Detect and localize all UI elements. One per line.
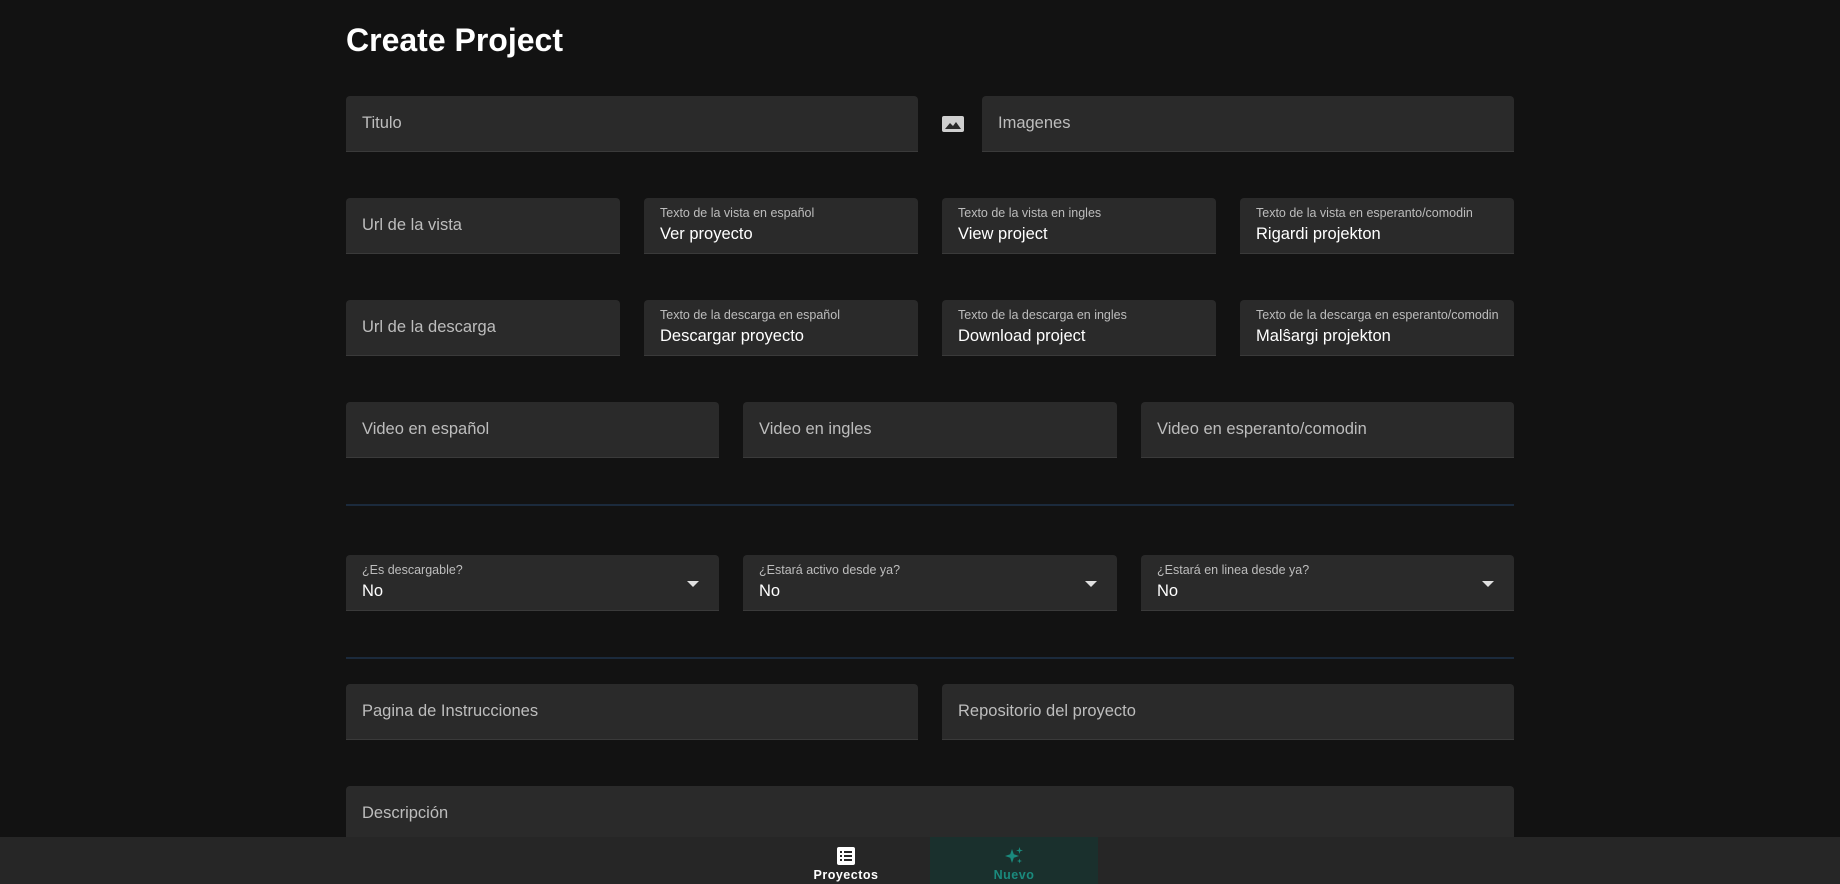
descargable-label: ¿Es descargable? [362, 563, 463, 577]
en-linea-select[interactable]: ¿Estará en linea desde ya? No [1141, 555, 1514, 611]
texto-descarga-eo-field[interactable]: Texto de la descarga en esperanto/comodi… [1240, 300, 1514, 356]
descripcion-placeholder: Descripción [362, 804, 449, 822]
texto-descarga-en-label: Texto de la descarga en ingles [958, 308, 1127, 322]
section-divider [346, 504, 1514, 506]
nav-proyectos-label: Proyectos [813, 868, 879, 882]
instrucciones-placeholder: Pagina de Instrucciones [362, 702, 539, 720]
page-title: Create Project [346, 22, 563, 58]
image-icon[interactable] [942, 116, 964, 132]
video-es-field[interactable]: Video en español [346, 402, 719, 458]
texto-vista-eo-field[interactable]: Texto de la vista en esperanto/comodin R… [1240, 198, 1514, 254]
texto-vista-es-value: Ver proyecto [660, 225, 753, 243]
texto-descarga-es-value: Descargar proyecto [660, 327, 804, 345]
repositorio-field[interactable]: Repositorio del proyecto [942, 684, 1514, 740]
texto-descarga-en-field[interactable]: Texto de la descarga en ingles Download … [942, 300, 1216, 356]
bottom-navigation: Proyectos Nuevo [0, 837, 1840, 884]
texto-vista-en-value: View project [958, 225, 1048, 243]
texto-vista-es-field[interactable]: Texto de la vista en español Ver proyect… [644, 198, 918, 254]
repositorio-placeholder: Repositorio del proyecto [958, 702, 1136, 720]
url-vista-placeholder: Url de la vista [362, 216, 462, 234]
en-linea-label: ¿Estará en linea desde ya? [1157, 563, 1310, 577]
descargable-value: No [362, 582, 384, 600]
url-descarga-placeholder: Url de la descarga [362, 318, 496, 336]
list-icon [837, 847, 855, 865]
texto-vista-en-field[interactable]: Texto de la vista en ingles View project [942, 198, 1216, 254]
titulo-placeholder: Titulo [362, 114, 402, 132]
texto-vista-eo-label: Texto de la vista en esperanto/comodin [1256, 206, 1473, 220]
texto-descarga-es-field[interactable]: Texto de la descarga en español Descarga… [644, 300, 918, 356]
texto-vista-es-label: Texto de la vista en español [660, 206, 815, 220]
texto-descarga-eo-label: Texto de la descarga en esperanto/comodi… [1256, 308, 1499, 322]
texto-descarga-es-label: Texto de la descarga en español [660, 308, 840, 322]
descargable-select[interactable]: ¿Es descargable? No [346, 555, 719, 611]
dropdown-arrow-icon [1482, 581, 1494, 587]
texto-descarga-en-value: Download project [958, 327, 1086, 345]
section-divider [346, 657, 1514, 659]
url-descarga-field[interactable]: Url de la descarga [346, 300, 620, 356]
activo-value: No [759, 582, 781, 600]
dropdown-arrow-icon [1085, 581, 1097, 587]
imagenes-placeholder: Imagenes [998, 114, 1071, 132]
sparkle-icon [1005, 847, 1023, 864]
en-linea-value: No [1157, 582, 1179, 600]
nav-proyectos[interactable]: Proyectos [762, 837, 930, 884]
texto-vista-en-label: Texto de la vista en ingles [958, 206, 1102, 220]
video-eo-field[interactable]: Video en esperanto/comodin [1141, 402, 1514, 458]
url-vista-field[interactable]: Url de la vista [346, 198, 620, 254]
video-en-placeholder: Video en ingles [759, 420, 872, 438]
activo-select[interactable]: ¿Estará activo desde ya? No [743, 555, 1117, 611]
nav-nuevo[interactable]: Nuevo [930, 837, 1098, 884]
activo-label: ¿Estará activo desde ya? [759, 563, 901, 577]
nav-nuevo-label: Nuevo [993, 868, 1035, 882]
texto-descarga-eo-value: Malŝargi projekton [1256, 327, 1391, 345]
video-eo-placeholder: Video en esperanto/comodin [1157, 420, 1367, 438]
dropdown-arrow-icon [687, 581, 699, 587]
video-es-placeholder: Video en español [362, 420, 490, 438]
texto-vista-eo-value: Rigardi projekton [1256, 225, 1381, 243]
imagenes-field[interactable]: Imagenes [982, 96, 1514, 152]
titulo-field[interactable]: Titulo [346, 96, 918, 152]
video-en-field[interactable]: Video en ingles [743, 402, 1117, 458]
instrucciones-field[interactable]: Pagina de Instrucciones [346, 684, 918, 740]
